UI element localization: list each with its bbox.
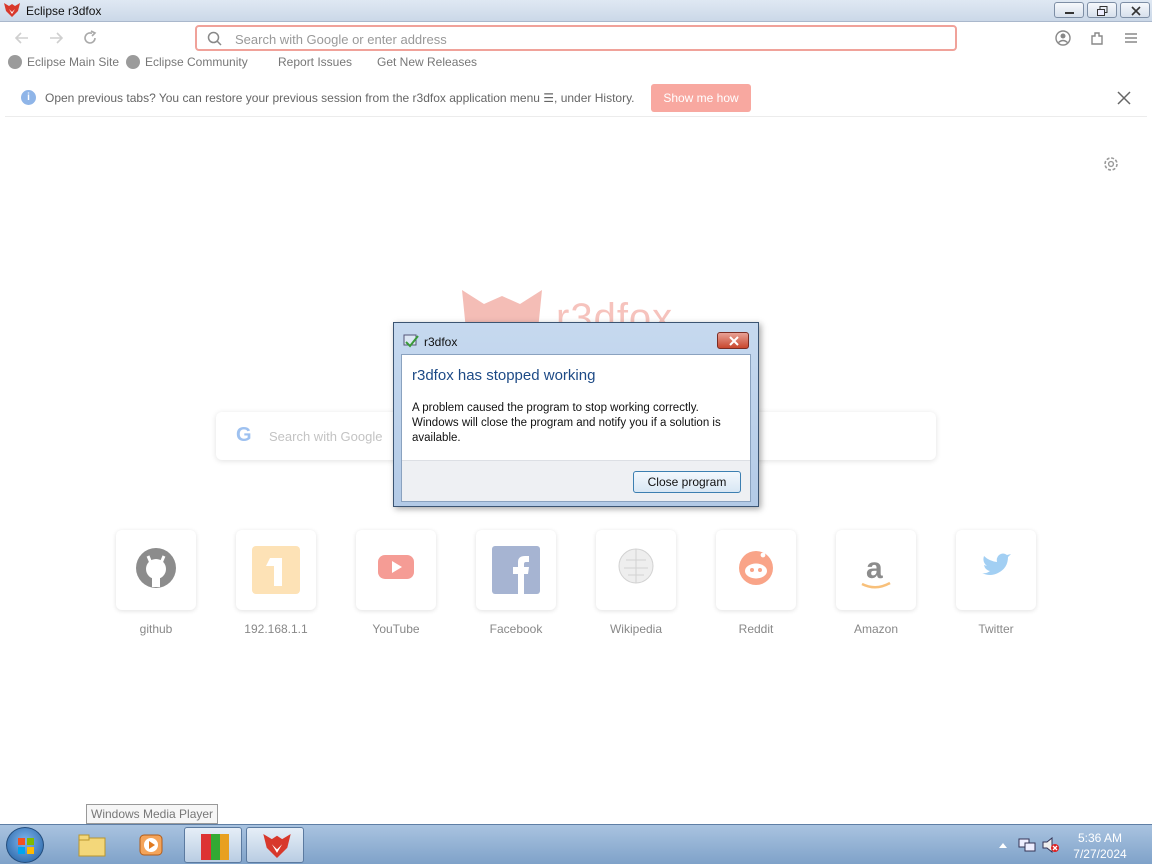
taskbar: 5:36 AM 7/27/2024 [0,824,1152,864]
youtube-icon [378,555,414,579]
amazon-icon: a [861,552,891,589]
router-tile-icon [252,546,300,594]
google-icon: G [236,424,252,446]
reddit-icon [739,551,773,585]
close-icon [729,336,739,346]
show-hidden-icons-icon[interactable] [998,841,1008,849]
app-crash-dialog: r3dfox r3dfox has stopped working A prob… [393,322,759,507]
windows-logo-icon [18,838,34,854]
tile-label: Wikipedia [609,622,663,636]
top-site-tile-reddit[interactable]: Reddit [716,530,796,636]
tile-label: Facebook [489,622,543,636]
colored-blocks-app-icon [201,834,229,860]
restore-icon [1097,6,1108,16]
show-me-how-button[interactable]: Show me how [651,84,751,112]
media-player-icon [139,834,163,856]
session-restore-notification: i Open previous tabs? You can restore yo… [5,79,1147,117]
dialog-footer: Close program [402,460,750,501]
back-arrow-icon[interactable] [12,28,32,48]
close-program-button[interactable]: Close program [633,471,741,493]
window-title: Eclipse r3dfox [26,4,102,18]
volume-muted-icon[interactable] [1042,837,1060,853]
bookmark-eclipse-main-site[interactable]: Eclipse Main Site [8,55,119,69]
top-site-tile-192-168-1-1[interactable]: 192.168.1.1 [236,530,316,636]
svg-text:a: a [866,552,883,585]
taskbar-file-explorer[interactable] [62,827,120,863]
reload-icon[interactable] [80,28,100,48]
dialog-body: r3dfox has stopped working A problem cau… [401,354,751,502]
dialog-message: A problem caused the program to stop wor… [412,402,721,444]
globe-icon [8,55,22,69]
search-icon [207,31,222,46]
r3dfox-logo-icon [263,834,291,858]
dialog-close-button[interactable] [717,332,749,349]
bookmark-report-issues[interactable]: Report Issues [278,55,352,69]
tile-label: github [139,622,173,636]
address-placeholder: Search with Google or enter address [235,32,447,47]
top-site-tile-amazon[interactable]: a Amazon [836,530,916,636]
close-notification-icon[interactable] [1115,89,1133,107]
top-site-tile-twitter[interactable]: Twitter [956,530,1036,636]
program-icon [403,334,419,348]
network-icon[interactable] [1018,837,1036,853]
minimize-icon [1065,12,1074,14]
start-button[interactable] [6,827,44,863]
clock-time[interactable]: 5:36 AM [1060,831,1140,845]
taskbar-windows-media-player[interactable] [122,827,180,863]
tile-label: Amazon [853,622,899,636]
globe-icon [126,55,140,69]
clock-date[interactable]: 7/27/2024 [1060,847,1140,861]
navigation-toolbar: Search with Google or enter address [0,22,1152,54]
window-titlebar: Eclipse r3dfox [0,0,1152,22]
twitter-icon [982,553,1011,575]
system-tray: 5:36 AM 7/27/2024 [990,825,1152,864]
tile-label: Twitter [978,622,1014,636]
top-site-tile-youtube[interactable]: YouTube [356,530,436,636]
r3dfox-logo-icon [4,3,20,17]
dialog-title: r3dfox [424,335,458,349]
minimize-button[interactable] [1054,2,1084,18]
folder-icon [78,834,106,857]
taskbar-tooltip: Windows Media Player [86,804,219,824]
github-icon [136,548,176,588]
account-icon[interactable] [1053,28,1073,48]
newtab-search-placeholder: Search with Google [269,429,383,444]
wikipedia-icon [618,548,654,584]
tile-label: 192.168.1.1 [244,622,308,636]
close-icon [1131,6,1141,16]
notification-message: Open previous tabs? You can restore your… [45,91,635,105]
top-site-tile-github[interactable]: github [116,530,196,636]
top-site-tile-wikipedia[interactable]: Wikipedia [596,530,676,636]
info-icon: i [21,90,36,105]
tile-label: Reddit [738,622,774,636]
bookmark-eclipse-community[interactable]: Eclipse Community [126,55,248,69]
hamburger-menu-icon[interactable] [1121,28,1141,48]
address-bar[interactable]: Search with Google or enter address [195,25,957,51]
forward-arrow-icon[interactable] [46,28,66,48]
taskbar-app[interactable] [184,827,242,863]
taskbar-r3dfox[interactable] [246,827,304,863]
facebook-icon [492,546,540,594]
bookmarks-toolbar: Eclipse Main Site Eclipse Community Repo… [0,53,1152,75]
dialog-heading: r3dfox has stopped working [412,367,596,384]
close-window-button[interactable] [1120,2,1150,18]
tile-label: YouTube [372,622,420,636]
restore-button[interactable] [1087,2,1117,18]
extensions-icon[interactable] [1087,28,1107,48]
gear-icon[interactable] [1102,155,1120,173]
bookmark-get-new-releases[interactable]: Get New Releases [377,55,477,69]
top-site-tile-facebook[interactable]: Facebook [476,530,556,636]
